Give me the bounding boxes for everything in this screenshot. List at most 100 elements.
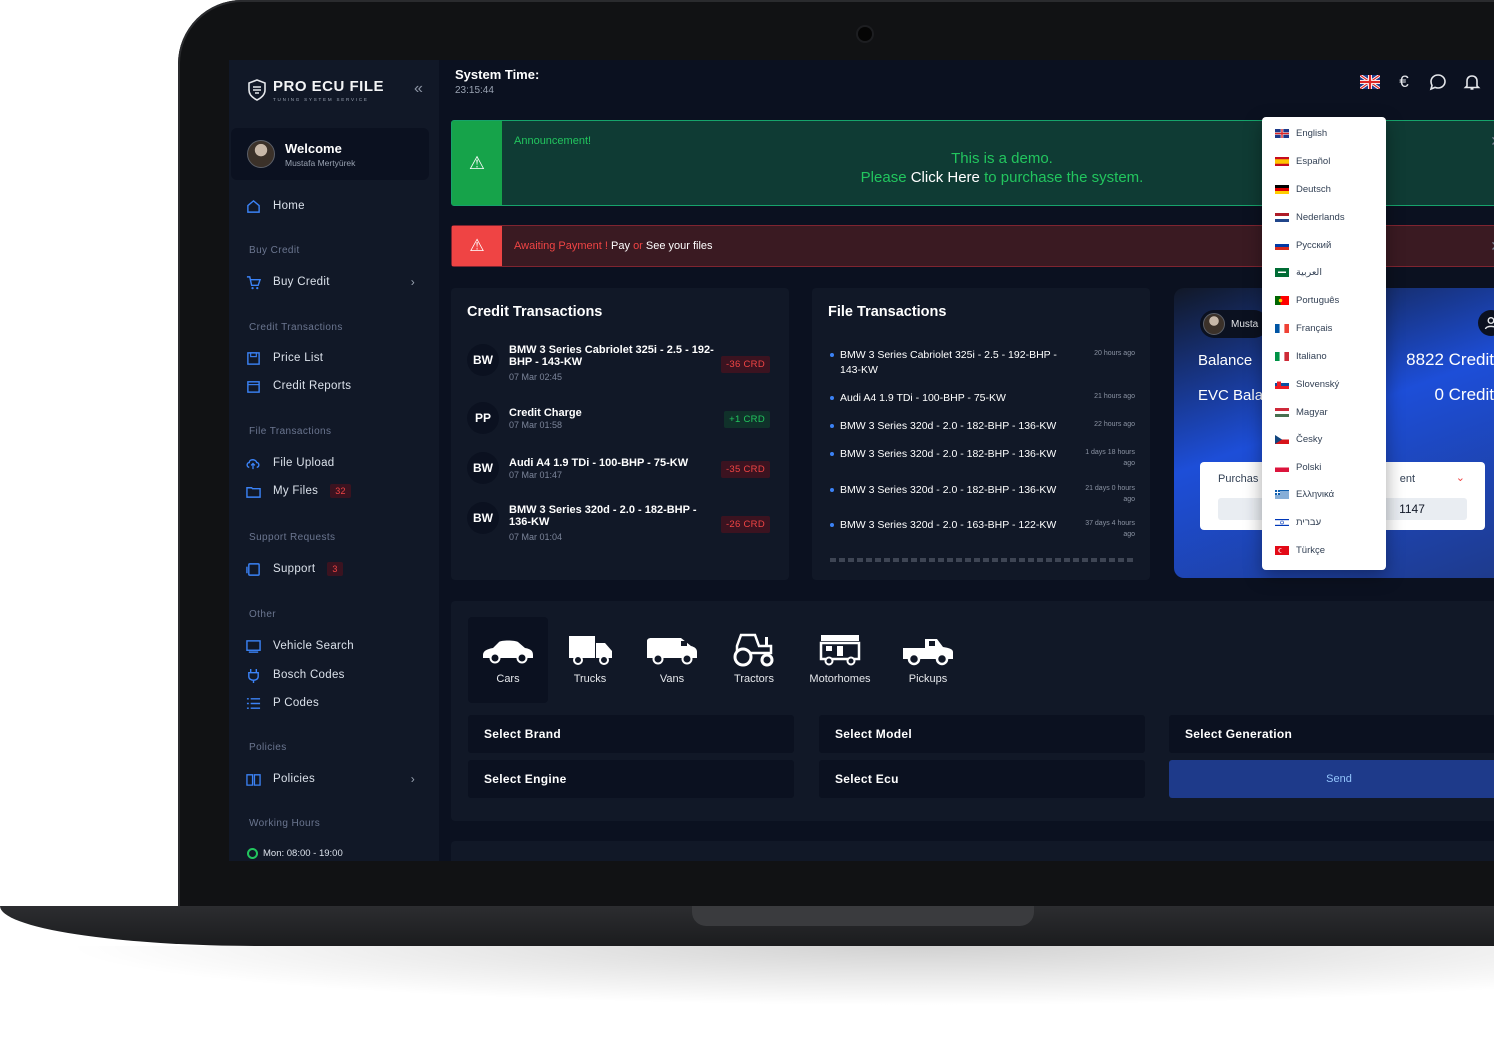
sidebar-item-p-codes[interactable]: P Codes: [245, 695, 415, 711]
tab-trucks[interactable]: Trucks: [550, 617, 630, 703]
language-option-polish[interactable]: Polski: [1275, 462, 1321, 473]
file-time-ago: 1 days 18 hours ago: [1085, 449, 1135, 467]
evc-balance-value: 0 Credit: [1434, 385, 1494, 404]
close-icon[interactable]: ✕: [1490, 133, 1494, 150]
spain-flag-icon: [1275, 157, 1289, 166]
language-option-arabic[interactable]: العربية: [1275, 267, 1322, 278]
tx-amount-badge: -35 CRD: [720, 461, 770, 478]
file-title: BMW 3 Series Cabriolet 325i - 2.5 - 192-…: [840, 349, 1057, 376]
announcement-please: Please: [860, 169, 907, 186]
language-option-italian[interactable]: Italiano: [1275, 351, 1327, 362]
file-time-ago: 22 hours ago: [1094, 421, 1135, 428]
language-label: Français: [1296, 323, 1333, 334]
sidebar-item-support[interactable]: Support 3: [245, 561, 415, 577]
language-option-greek[interactable]: Ελληνικά: [1275, 489, 1334, 500]
sidebar-item-vehicle-search[interactable]: Vehicle Search: [245, 638, 415, 654]
sidebar-item-home[interactable]: Home: [245, 198, 415, 214]
select-generation-dropdown[interactable]: Select Generation: [1169, 715, 1494, 753]
select-brand-dropdown[interactable]: Select Brand: [468, 715, 794, 753]
language-option-dutch[interactable]: Nederlands: [1275, 212, 1345, 223]
sidebar-item-credit-reports[interactable]: Credit Reports: [245, 378, 415, 394]
select-engine-dropdown[interactable]: Select Engine: [468, 760, 794, 798]
balance-user-name: Musta: [1231, 318, 1259, 330]
bullet-icon: [830, 353, 834, 357]
chevron-right-icon: ›: [410, 772, 415, 786]
tractor-icon: [733, 633, 774, 667]
sidebar-item-label: My Files: [273, 485, 319, 497]
brand-name: PRO ECU FILE: [273, 78, 385, 95]
sidebar-item-buy-credit[interactable]: Buy Credit ›: [245, 274, 415, 290]
tx-title: Credit Charge: [509, 407, 582, 419]
balance-user-chip[interactable]: Musta: [1200, 310, 1269, 338]
motorhome-icon: [819, 635, 861, 666]
euro-currency-icon[interactable]: €: [1394, 72, 1414, 92]
topbar-actions: €: [1360, 72, 1482, 92]
tx-title: BMW 3 Series 320d - 2.0 - 182-BHP - 136-…: [509, 504, 697, 528]
sidebar-item-price-list[interactable]: Price List: [245, 350, 415, 366]
announcement-message: This is a demo. Please Click Here to pur…: [802, 149, 1202, 187]
bullet-icon: [830, 488, 834, 492]
list-item[interactable]: BW BMW 3 Series Cabriolet 325i - 2.5 - 1…: [467, 344, 773, 384]
language-option-russian[interactable]: Русский: [1275, 240, 1331, 251]
pay-link[interactable]: Pay: [611, 240, 630, 252]
sidebar-item-policies[interactable]: Policies ›: [245, 771, 415, 787]
bullet-icon: [830, 424, 834, 428]
tab-vans[interactable]: Vans: [632, 617, 712, 703]
language-option-hebrew[interactable]: עברית: [1275, 517, 1321, 528]
list-icon: [245, 695, 261, 711]
file-time-ago: 20 hours ago: [1094, 350, 1135, 357]
brand-logo[interactable]: PRO ECU FILE TUNING SYSTEM SERVICE: [247, 78, 384, 102]
tab-motorhomes[interactable]: Motorhomes: [796, 617, 884, 703]
turkey-flag-icon: [1275, 546, 1289, 555]
chevron-down-icon[interactable]: ⌄: [1456, 471, 1465, 484]
tab-pickups[interactable]: Pickups: [888, 617, 968, 703]
user-name: Mustafa Mertyürek: [285, 157, 356, 168]
language-option-hungarian[interactable]: Magyar: [1275, 407, 1328, 418]
working-hours: Mon: 08:00 - 19:00: [247, 848, 343, 859]
list-item[interactable]: BW BMW 3 Series 320d - 2.0 - 182-BHP - 1…: [467, 502, 773, 542]
user-profile-icon[interactable]: [1478, 310, 1494, 336]
van-icon: [647, 638, 697, 665]
sidebar-item-file-upload[interactable]: File Upload: [245, 455, 415, 471]
language-option-turkish[interactable]: Türkçe: [1275, 545, 1325, 556]
czech-flag-icon: [1275, 435, 1289, 444]
uk-flag-icon: [1275, 129, 1289, 138]
list-item[interactable]: BW Audi A4 1.9 TDi - 100-BHP - 75-KW 07 …: [467, 452, 773, 492]
select-model-dropdown[interactable]: Select Model: [819, 715, 1145, 753]
amount-label: ent: [1399, 473, 1415, 485]
chat-icon[interactable]: [1428, 72, 1448, 92]
language-option-slovak[interactable]: Slovenský: [1275, 379, 1339, 390]
home-icon: [245, 198, 261, 214]
language-option-portuguese[interactable]: Português: [1275, 295, 1339, 306]
list-item[interactable]: PP Credit Charge 07 Mar 01:58 +1 CRD: [467, 402, 773, 442]
language-option-czech[interactable]: Česky: [1275, 434, 1322, 445]
file-title: BMW 3 Series 320d - 2.0 - 182-BHP - 136-…: [840, 420, 1057, 432]
tx-date: 07 Mar 02:45: [509, 372, 563, 382]
france-flag-icon: [1275, 324, 1289, 333]
close-icon[interactable]: ✕: [1490, 238, 1494, 255]
tab-tractors[interactable]: Tractors: [714, 617, 794, 703]
language-option-german[interactable]: Deutsch: [1275, 184, 1331, 195]
my-files-count-badge: 32: [330, 484, 351, 498]
tab-cars[interactable]: Cars: [468, 617, 548, 703]
bell-icon[interactable]: [1462, 72, 1482, 92]
see-files-link[interactable]: See your files: [646, 240, 713, 252]
tab-label: Motorhomes: [809, 673, 871, 685]
language-option-french[interactable]: Français: [1275, 323, 1332, 334]
collapse-sidebar-icon[interactable]: «: [414, 80, 423, 98]
section-policies: Policies: [249, 742, 287, 753]
send-button[interactable]: Send: [1169, 760, 1494, 798]
language-option-english[interactable]: English: [1275, 128, 1327, 139]
sidebar-item-label: Vehicle Search: [273, 640, 354, 652]
purchase-link[interactable]: Click Here: [911, 169, 980, 186]
sidebar: PRO ECU FILE TUNING SYSTEM SERVICE « Wel…: [229, 60, 439, 861]
welcome-card[interactable]: Welcome Mustafa Mertyürek: [231, 128, 429, 180]
sidebar-item-my-files[interactable]: My Files 32: [245, 483, 415, 499]
sidebar-item-bosch-codes[interactable]: Bosch Codes: [245, 667, 415, 683]
language-option-spanish[interactable]: Español: [1275, 156, 1330, 167]
clock-icon: [247, 848, 258, 859]
uk-flag-language-icon[interactable]: [1360, 72, 1380, 92]
select-ecu-dropdown[interactable]: Select Ecu: [819, 760, 1145, 798]
sidebar-item-label: Policies: [273, 773, 316, 785]
file-time-ago: 21 hours ago: [1094, 393, 1135, 400]
